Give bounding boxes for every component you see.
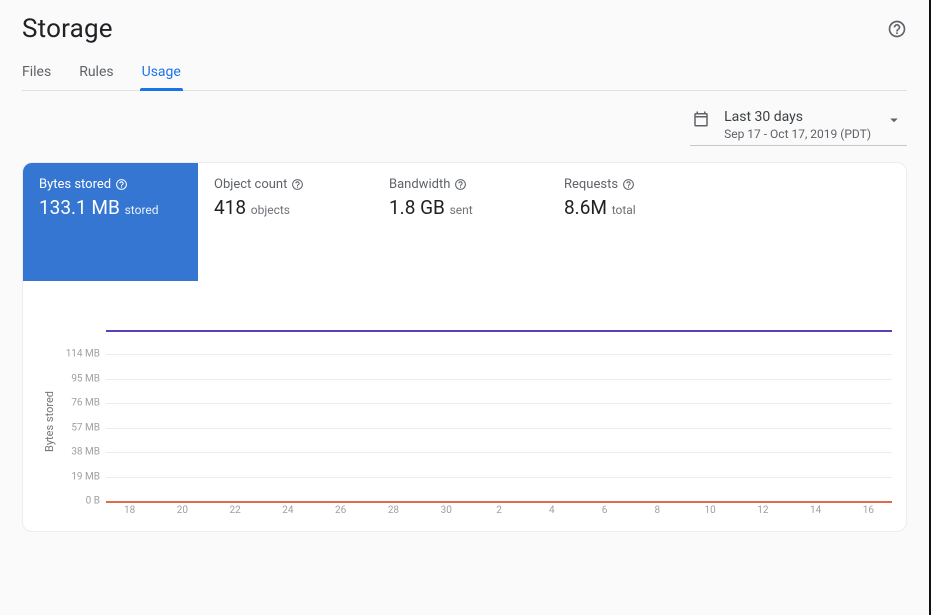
- chart-y-tick: 114 MB: [66, 349, 100, 360]
- tile-requests-value: 8.6M: [564, 196, 607, 219]
- tile-bandwidth-label: Bandwidth: [389, 177, 450, 192]
- chart-y-tick: 38 MB: [71, 447, 100, 458]
- chart-x-tick: 24: [282, 505, 293, 516]
- tile-object-count-value: 418: [214, 196, 246, 219]
- chart-y-tick: 0 B: [86, 496, 100, 507]
- tile-requests-label: Requests: [564, 177, 618, 192]
- tab-bar: Files Rules Usage: [22, 64, 907, 91]
- chart-y-axis-label: Bytes stored: [43, 391, 56, 452]
- page-title: Storage: [22, 14, 113, 44]
- chart-x-tick: 10: [704, 505, 715, 516]
- date-range-label: Last 30 days: [724, 109, 871, 125]
- chart-y-tick: 19 MB: [71, 471, 100, 482]
- chart-x-tick: 2: [496, 505, 502, 516]
- tile-bandwidth-value: 1.8 GB: [389, 196, 445, 219]
- help-icon[interactable]: [622, 178, 635, 191]
- tile-object-count-label: Object count: [214, 177, 287, 192]
- tab-usage[interactable]: Usage: [142, 64, 181, 90]
- chart-x-tick: 8: [655, 505, 661, 516]
- chart-gridline: [106, 379, 892, 380]
- chart-y-tick: 95 MB: [71, 373, 100, 384]
- tile-bytes-stored[interactable]: Bytes stored 133.1 MB stored: [23, 163, 198, 281]
- chart-gridline: [106, 477, 892, 478]
- calendar-icon: [692, 109, 710, 128]
- bytes-stored-chart: Bytes stored 0 B 19 MB 38 MB 57 MB 76 MB 95 M…: [23, 321, 906, 531]
- date-range-subtitle: Sep 17 - Oct 17, 2019 (PDT): [724, 127, 871, 141]
- help-icon[interactable]: [887, 19, 907, 39]
- date-range-picker[interactable]: Last 30 days Sep 17 - Oct 17, 2019 (PDT): [690, 105, 907, 146]
- tab-rules[interactable]: Rules: [79, 64, 113, 90]
- chart-x-tick: 14: [810, 505, 821, 516]
- chart-x-tick: 18: [124, 505, 135, 516]
- tile-bytes-stored-unit: stored: [125, 203, 159, 217]
- tile-bytes-stored-value: 133.1 MB: [39, 196, 120, 219]
- chart-x-tick: 4: [549, 505, 555, 516]
- tile-bandwidth-unit: sent: [450, 203, 473, 217]
- tile-object-count[interactable]: Object count 418 objects: [198, 163, 373, 281]
- chart-gridline: [106, 452, 892, 453]
- chart-x-tick: 30: [441, 505, 452, 516]
- chart-x-tick: 12: [757, 505, 768, 516]
- help-icon[interactable]: [454, 178, 467, 191]
- help-icon[interactable]: [115, 178, 128, 191]
- tab-files[interactable]: Files: [22, 64, 51, 90]
- chart-series-line: [106, 330, 892, 332]
- help-icon[interactable]: [291, 178, 304, 191]
- chart-x-tick: 20: [177, 505, 188, 516]
- chart-x-tick: 26: [335, 505, 346, 516]
- usage-card: Bytes stored 133.1 MB stored Object coun…: [22, 162, 907, 532]
- chart-x-tick: 28: [388, 505, 399, 516]
- chart-y-tick: 57 MB: [71, 422, 100, 433]
- chart-y-tick: 76 MB: [71, 398, 100, 409]
- tile-requests-unit: total: [612, 203, 636, 217]
- tile-bandwidth[interactable]: Bandwidth 1.8 GB sent: [373, 163, 548, 281]
- tile-object-count-unit: objects: [251, 203, 290, 217]
- chart-x-tick: 22: [230, 505, 241, 516]
- chart-x-tick: 16: [863, 505, 874, 516]
- chart-gridline: [106, 354, 892, 355]
- chevron-down-icon: [885, 109, 903, 133]
- chart-gridline: [106, 403, 892, 404]
- chart-series-line: [106, 501, 892, 503]
- tile-requests[interactable]: Requests 8.6M total: [548, 163, 723, 281]
- chart-x-tick: 6: [602, 505, 608, 516]
- tile-bytes-stored-label: Bytes stored: [39, 177, 111, 192]
- chart-gridline: [106, 428, 892, 429]
